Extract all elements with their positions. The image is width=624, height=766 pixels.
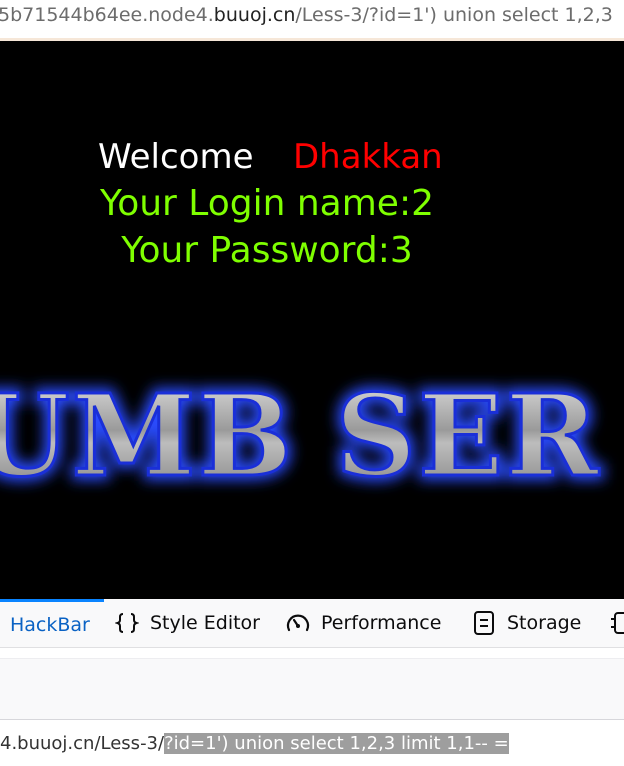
storage-icon [471, 610, 497, 636]
banner-text: UMB SER [0, 371, 601, 502]
tab-style-editor[interactable]: Style Editor [114, 599, 260, 647]
tab-label: HackBar [10, 613, 90, 636]
user-name: Dhakkan [293, 137, 443, 177]
welcome-text: Welcome [98, 137, 254, 177]
tab-more[interactable] [606, 599, 624, 647]
tab-performance[interactable]: Performance [285, 599, 441, 647]
page-viewport: Welcome Dhakkan Your Login name:2 Your P… [0, 41, 624, 599]
hackbar-panel [0, 659, 624, 720]
tab-storage[interactable]: Storage [471, 599, 581, 647]
dumb-series-banner: UMB SER UMB SER [0, 367, 604, 507]
hackbar-url-selection: ?id=1') union select 1,2,3 limit 1,1-- = [164, 733, 509, 754]
hackbar-url-text: 4.buuoj.cn/Less-3/ [0, 733, 165, 754]
braces-icon [114, 610, 140, 636]
url-path: /Less-3/?id=1') union select 1,2,3 [295, 4, 613, 26]
password-line: Your Password:3 [121, 230, 413, 271]
hackbar-url-field[interactable]: 4.buuoj.cn/Less-3/?id=1') union select 1… [0, 720, 624, 766]
url-host: buuoj.cn [213, 4, 296, 26]
tab-label: Storage [507, 612, 582, 634]
address-bar[interactable]: 5b71544b64ee.node4.buuoj.cn/Less-3/?id=1… [0, 0, 624, 41]
url-prefix: 5b71544b64ee.node4. [0, 4, 214, 26]
hackbar-toolbar [0, 648, 624, 659]
devtools-tab-strip: HackBar Style Editor Performance Storage [0, 599, 624, 648]
login-name-line: Your Login name:2 [100, 183, 434, 224]
overflow-tab-icon [606, 610, 624, 636]
tab-label: Style Editor [150, 612, 260, 634]
tab-hackbar[interactable]: HackBar [0, 599, 104, 647]
gauge-icon [285, 610, 311, 636]
tab-label: Performance [321, 612, 442, 634]
